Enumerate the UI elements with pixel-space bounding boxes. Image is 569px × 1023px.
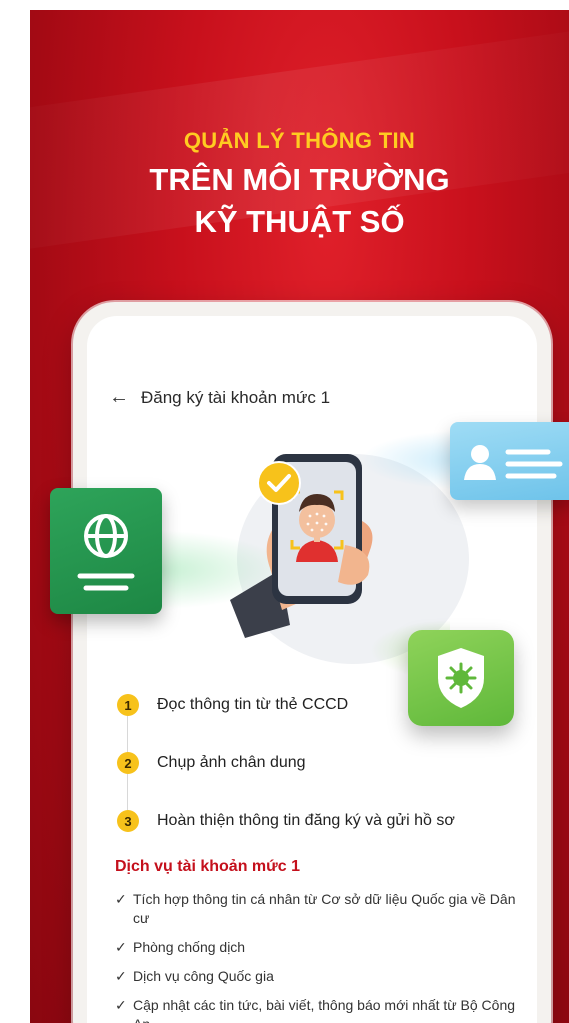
page-title: Đăng ký tài khoản mức 1 <box>141 387 331 407</box>
headline: QUẢN LÝ THÔNG TIN TRÊN MÔI TRƯỜNG KỸ THU… <box>30 128 569 240</box>
service-item: ✓ Phòng chống dịch <box>115 938 535 957</box>
user-id-card-icon <box>464 445 563 480</box>
services-title: Dịch vụ tài khoản mức 1 <box>115 858 300 875</box>
service-item: ✓ Cập nhật các tin tức, bài viết, thông … <box>115 996 535 1023</box>
service-item: ✓ Dịch vụ công Quốc gia <box>115 967 535 986</box>
services-section: Dịch vụ tài khoản mức 1 ✓ Tích hợp thông… <box>115 858 535 1023</box>
check-icon: ✓ <box>115 968 127 984</box>
check-icon: ✓ <box>115 891 127 907</box>
step-number-badge: 3 <box>117 810 139 832</box>
service-item-label: Dịch vụ công Quốc gia <box>133 968 274 984</box>
service-item: ✓ Tích hợp thông tin cá nhân từ Cơ sở dữ… <box>115 890 535 928</box>
service-item-label: Tích hợp thông tin cá nhân từ Cơ sở dữ l… <box>133 891 516 926</box>
shield-card <box>408 630 514 726</box>
step-item: 2 Chụp ảnh chân dung <box>117 734 537 810</box>
headline-line-1: QUẢN LÝ THÔNG TIN <box>183 128 416 153</box>
globe-icon <box>77 514 135 591</box>
check-icon: ✓ <box>115 939 127 955</box>
check-badge-icon <box>257 461 301 505</box>
user-id-card <box>450 422 569 500</box>
promo-canvas: QUẢN LÝ THÔNG TIN TRÊN MÔI TRƯỜNG KỸ THU… <box>30 10 569 1023</box>
nav-bar: ← Đăng ký tài khoản mức 1 <box>109 386 330 409</box>
check-icon: ✓ <box>115 997 127 1013</box>
step-number-badge: 2 <box>117 752 139 774</box>
service-item-label: Cập nhật các tin tức, bài viết, thông bá… <box>133 997 516 1023</box>
step-label: Đọc thông tin từ thẻ CCCD <box>157 696 349 713</box>
step-item: 3 Hoàn thiện thông tin đăng ký và gửi hồ… <box>117 792 537 850</box>
step-label: Chụp ảnh chân dung <box>157 754 306 771</box>
shield-virus-icon <box>438 648 484 708</box>
step-label: Hoàn thiện thông tin đăng ký và gửi hồ s… <box>157 812 455 829</box>
headline-line-3: KỸ THUẬT SỐ <box>194 204 405 239</box>
globe-card <box>50 488 162 614</box>
back-arrow-icon[interactable]: ← <box>109 386 129 409</box>
service-item-label: Phòng chống dịch <box>133 939 246 955</box>
step-number-badge: 1 <box>117 694 139 716</box>
headline-line-2: TRÊN MÔI TRƯỜNG <box>149 162 450 197</box>
